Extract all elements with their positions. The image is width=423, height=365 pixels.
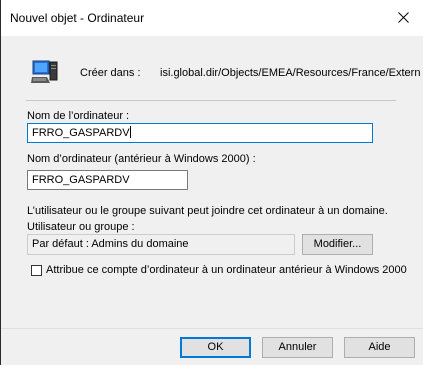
create-in-path: isi.global.dir/Objects/EMEA/Resources/Fr…: [160, 67, 421, 79]
close-button[interactable]: [383, 0, 423, 34]
computer-name-label: Nom de l’ordinateur :: [27, 110, 130, 122]
create-in-label: Créer dans :: [80, 67, 141, 79]
help-button[interactable]: Aide: [344, 337, 415, 358]
computer-name-value: FRRO_GASPARDV: [32, 127, 130, 139]
user-or-group-label: Utilisateur ou groupe :: [27, 221, 135, 233]
modify-button[interactable]: Modifier...: [302, 234, 373, 255]
legacy-computer-checkbox[interactable]: [31, 265, 42, 276]
join-domain-info-text: L’utilisateur ou le groupe suivant peut …: [27, 205, 388, 217]
computer-name-input[interactable]: FRRO_GASPARDV: [27, 123, 373, 143]
title-bar: Nouvel objet - Ordinateur: [1, 0, 423, 36]
computer-name-pre2000-label: Nom d’ordinateur (antérieur à Windows 20…: [27, 153, 256, 165]
divider: [26, 100, 396, 101]
dialog-window: Nouvel objet - Ordinateur Créer dans : i…: [0, 0, 423, 365]
computer-name-pre2000-input[interactable]: FRRO_GASPARDV: [27, 170, 188, 190]
user-or-group-field: Par défaut : Admins du domaine: [27, 234, 295, 255]
ok-button[interactable]: OK: [180, 337, 251, 358]
legacy-computer-checkbox-label: Attribue ce compte d’ordinateur à un ord…: [46, 264, 407, 276]
cancel-button[interactable]: Annuler: [262, 337, 333, 358]
window-title: Nouvel objet - Ordinateur: [10, 11, 145, 25]
close-icon: [397, 11, 409, 23]
computer-icon: [31, 60, 58, 83]
text-caret: [129, 126, 131, 138]
computer-name-pre2000-value: FRRO_GASPARDV: [32, 174, 130, 186]
user-or-group-value: Par défaut : Admins du domaine: [32, 238, 189, 250]
